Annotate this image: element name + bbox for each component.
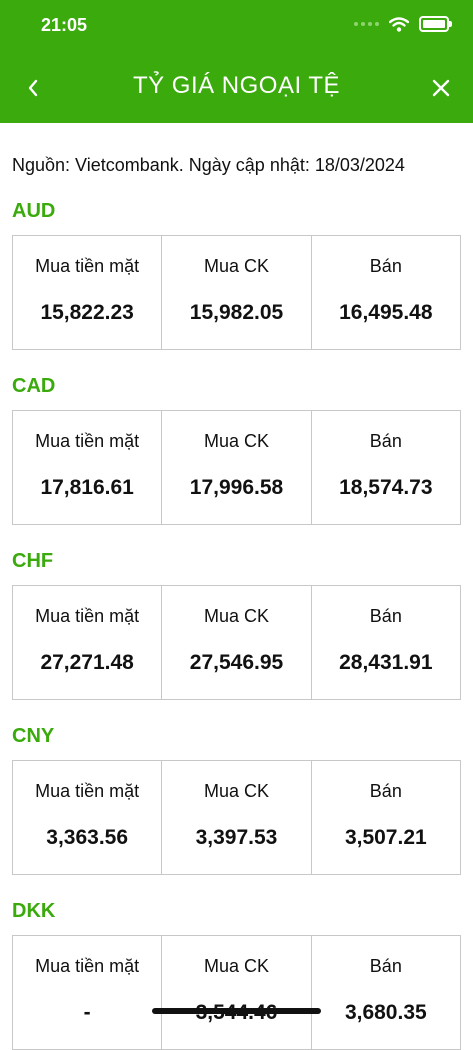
close-icon	[432, 79, 450, 97]
sell-label: Bán	[369, 606, 402, 626]
sell-label: Bán	[369, 781, 402, 801]
close-button[interactable]	[423, 70, 459, 106]
transfer-buy-value: 3,397.53	[195, 826, 278, 849]
home-indicator[interactable]	[152, 1008, 321, 1014]
sell-cell: Bán 28,431.91	[312, 586, 460, 699]
back-button[interactable]	[20, 70, 46, 106]
currency-code: AUD	[12, 200, 56, 222]
transfer-buy-cell: Mua CK 17,996.58	[162, 411, 312, 524]
transfer-buy-value: 27,546.95	[189, 651, 284, 674]
transfer-buy-cell: Mua CK 3,397.53	[162, 761, 312, 874]
currency-section: DKK Mua tiền mặt - Mua CK 3,544.46 Bán 3…	[12, 899, 462, 1050]
transfer-buy-label: Mua CK	[203, 431, 269, 451]
sell-value: 3,680.35	[344, 1001, 427, 1024]
cash-buy-cell: Mua tiền mặt -	[13, 936, 163, 1049]
source-note: Nguồn: Vietcombank. Ngày cập nhật: 18/03…	[12, 155, 405, 175]
transfer-buy-value: 17,996.58	[189, 476, 284, 499]
sell-label: Bán	[369, 256, 402, 276]
cash-buy-value: 3,363.56	[46, 826, 129, 849]
cash-buy-cell: Mua tiền mặt 17,816.61	[13, 411, 163, 524]
sell-value: 28,431.91	[339, 651, 433, 674]
currency-section: CHF Mua tiền mặt 27,271.48 Mua CK 27,546…	[12, 549, 462, 700]
sell-cell: Bán 18,574.73	[312, 411, 460, 524]
page-title: TỶ GIÁ NGOẠI TỆ	[132, 72, 341, 99]
transfer-buy-cell: Mua CK 3,544.46	[162, 936, 312, 1049]
currency-code: CAD	[12, 375, 56, 397]
rate-table: Mua tiền mặt 17,816.61 Mua CK 17,996.58 …	[12, 410, 461, 525]
sell-value: 3,507.21	[344, 826, 427, 849]
rate-table: Mua tiền mặt 3,363.56 Mua CK 3,397.53 Bá…	[12, 760, 461, 875]
transfer-buy-cell: Mua CK 27,546.95	[162, 586, 312, 699]
sell-value: 18,574.73	[339, 476, 433, 499]
cash-buy-cell: Mua tiền mặt 3,363.56	[13, 761, 163, 874]
currency-code: CHF	[12, 550, 54, 572]
sell-cell: Bán 3,507.21	[312, 761, 460, 874]
cash-buy-cell: Mua tiền mặt 27,271.48	[13, 586, 163, 699]
rate-table: Mua tiền mặt 15,822.23 Mua CK 15,982.05 …	[12, 235, 461, 350]
status-time: 21:05	[41, 15, 88, 35]
cash-buy-label: Mua tiền mặt	[35, 956, 140, 976]
cash-buy-cell: Mua tiền mặt 15,822.23	[13, 236, 163, 349]
currency-code: DKK	[12, 900, 56, 922]
signal-icon	[354, 22, 379, 26]
transfer-buy-label: Mua CK	[203, 256, 269, 276]
chevron-left-icon	[28, 79, 38, 97]
app-header: 21:05 TỶ GIÁ NGOẠI TỆ	[0, 0, 473, 123]
sell-label: Bán	[369, 431, 402, 451]
cash-buy-label: Mua tiền mặt	[35, 781, 140, 801]
cash-buy-label: Mua tiền mặt	[35, 431, 140, 451]
transfer-buy-value: 15,982.05	[189, 301, 284, 324]
cash-buy-value: 27,271.48	[40, 651, 134, 674]
cash-buy-value: 17,816.61	[40, 476, 134, 499]
currency-section: CNY Mua tiền mặt 3,363.56 Mua CK 3,397.5…	[12, 724, 462, 875]
currency-code: CNY	[12, 725, 55, 747]
sell-value: 16,495.48	[339, 301, 433, 324]
cash-buy-value: -	[83, 1001, 91, 1024]
transfer-buy-label: Mua CK	[203, 606, 269, 626]
cash-buy-label: Mua tiền mặt	[35, 256, 140, 276]
transfer-buy-label: Mua CK	[203, 956, 269, 976]
currency-section: CAD Mua tiền mặt 17,816.61 Mua CK 17,996…	[12, 374, 462, 525]
sell-cell: Bán 16,495.48	[312, 236, 460, 349]
status-icons	[354, 16, 452, 32]
sell-label: Bán	[369, 956, 402, 976]
wifi-icon	[389, 16, 409, 32]
currency-section: AUD Mua tiền mặt 15,822.23 Mua CK 15,982…	[12, 199, 462, 350]
transfer-buy-label: Mua CK	[203, 781, 269, 801]
rate-table: Mua tiền mặt - Mua CK 3,544.46 Bán 3,680…	[12, 935, 461, 1050]
battery-icon	[419, 16, 452, 32]
transfer-buy-cell: Mua CK 15,982.05	[162, 236, 312, 349]
rate-table: Mua tiền mặt 27,271.48 Mua CK 27,546.95 …	[12, 585, 461, 700]
cash-buy-value: 15,822.23	[40, 301, 134, 324]
sell-cell: Bán 3,680.35	[312, 936, 460, 1049]
cash-buy-label: Mua tiền mặt	[35, 606, 140, 626]
